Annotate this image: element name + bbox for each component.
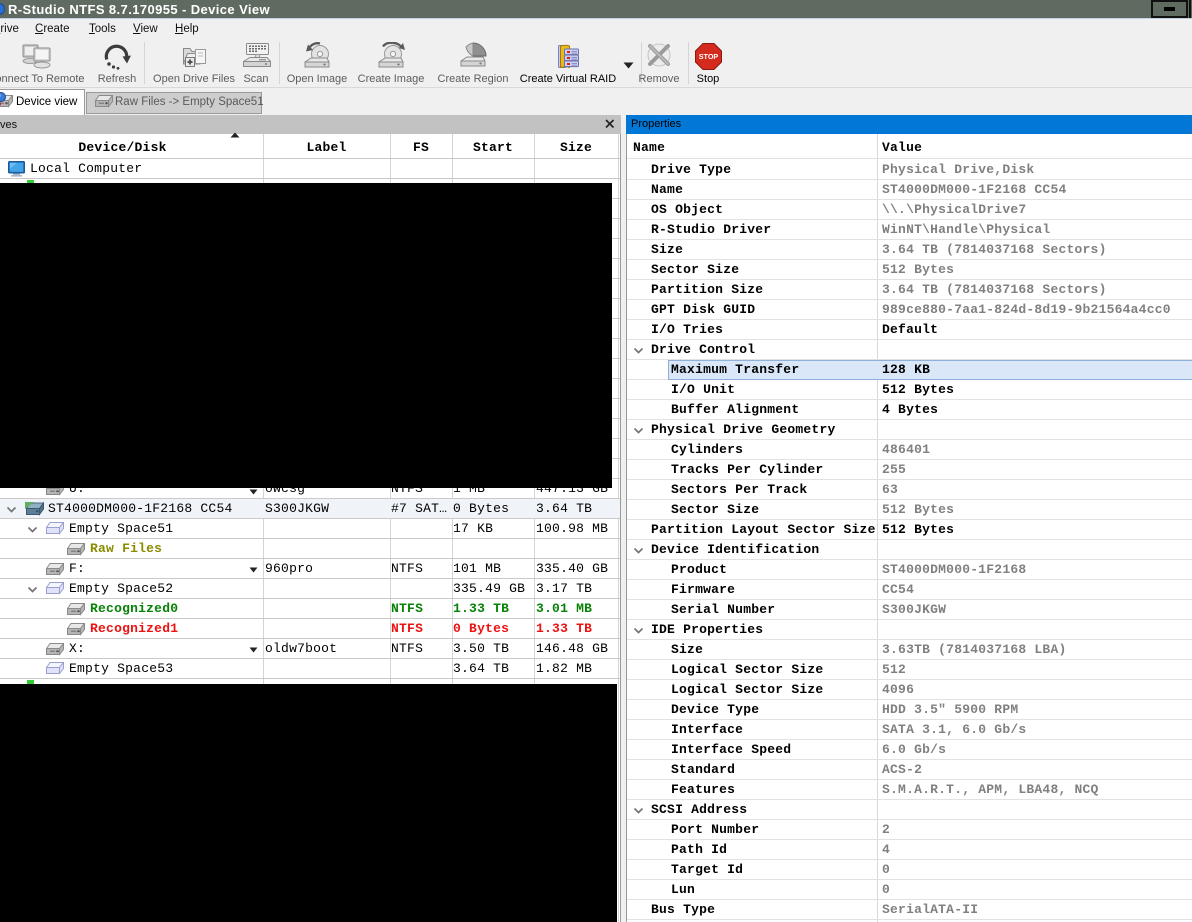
svg-text:STOP: STOP [699,52,719,61]
